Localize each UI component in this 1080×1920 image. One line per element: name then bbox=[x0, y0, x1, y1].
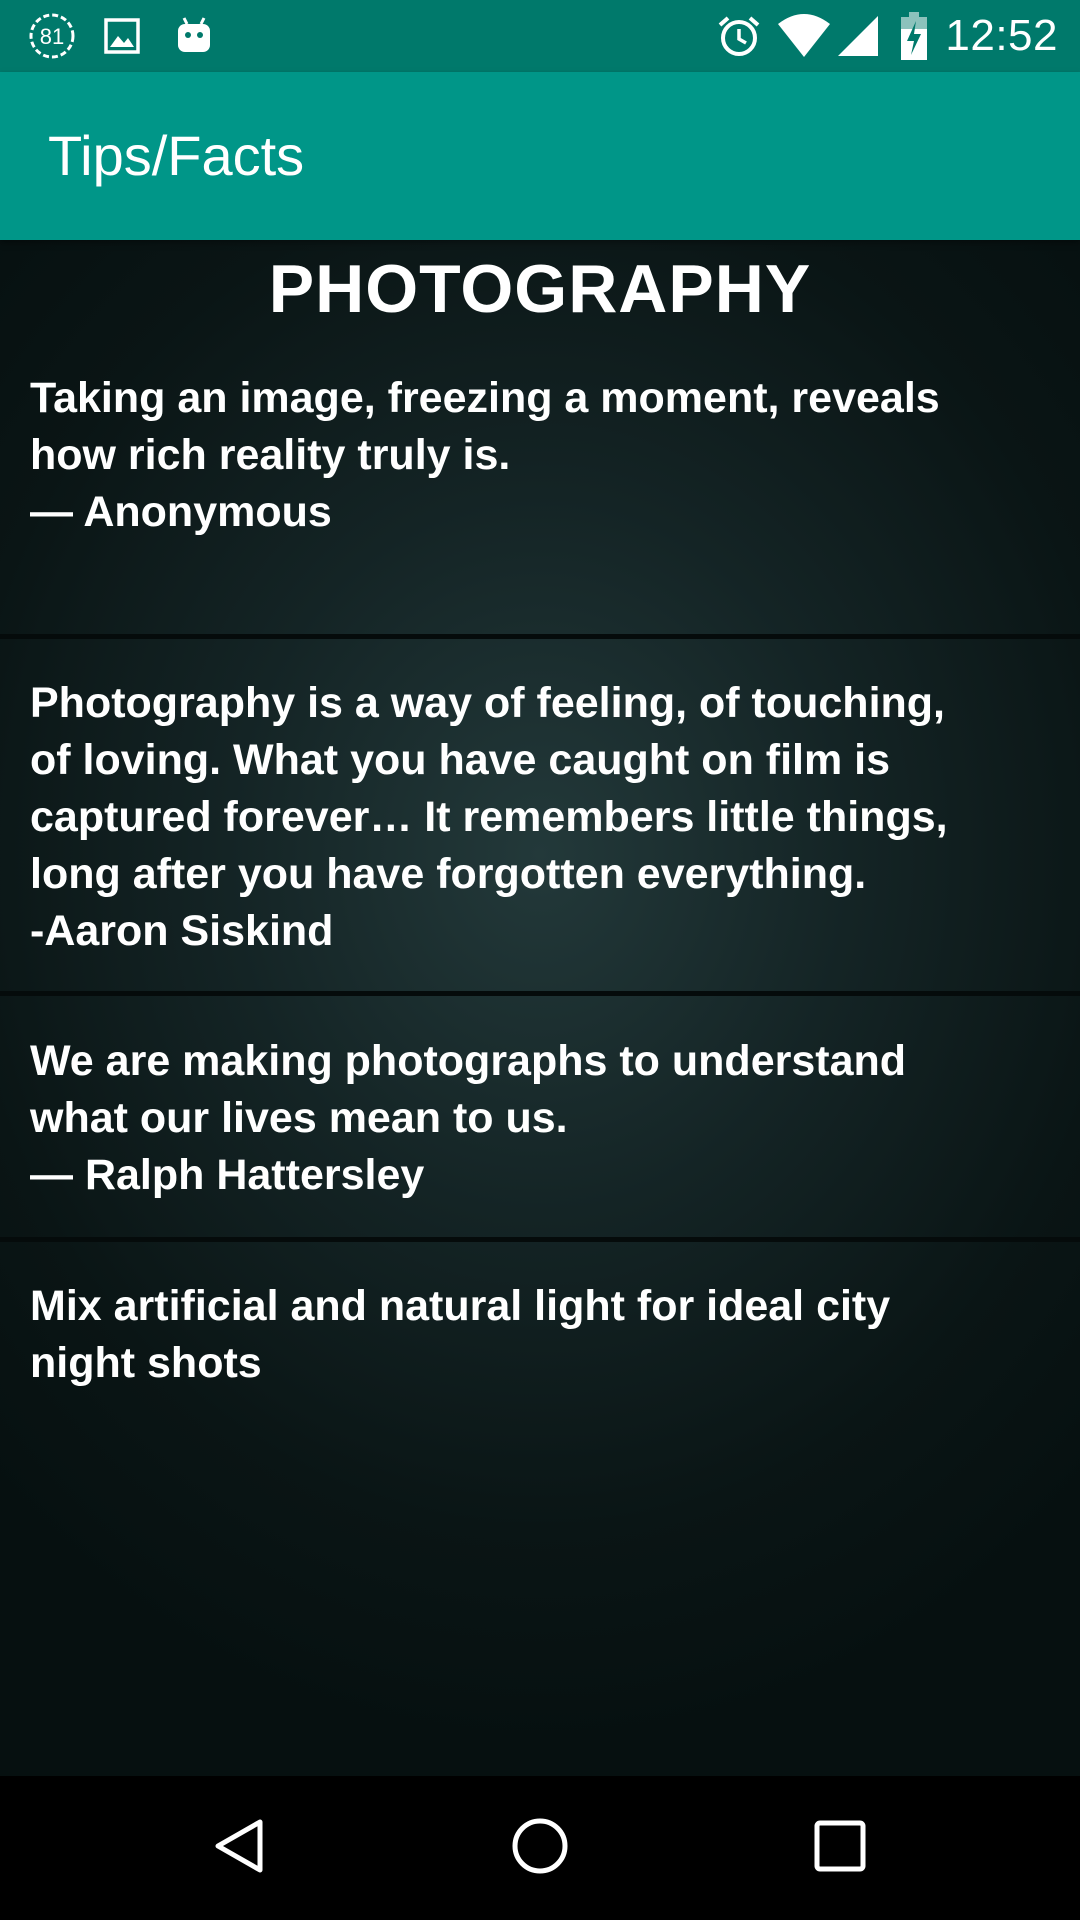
update-count-icon: 81 bbox=[26, 10, 78, 62]
quote-card[interactable]: We are making photographs to understand … bbox=[0, 1033, 1080, 1204]
alarm-icon bbox=[715, 12, 763, 60]
app-bar: Tips/Facts bbox=[0, 72, 1080, 240]
divider bbox=[0, 634, 1080, 639]
image-icon bbox=[100, 14, 144, 58]
status-bar-left: 81 bbox=[26, 0, 216, 72]
back-icon bbox=[210, 1816, 270, 1880]
content-area[interactable]: PHOTOGRAPHY Taking an image, freezing a … bbox=[0, 240, 1080, 1776]
back-button[interactable] bbox=[160, 1776, 320, 1920]
recents-button[interactable] bbox=[760, 1776, 920, 1920]
quote-text: Photography is a way of feeling, of touc… bbox=[30, 679, 948, 955]
update-count-text: 81 bbox=[40, 24, 64, 49]
status-bar-right: 12:52 bbox=[715, 0, 1058, 72]
home-button[interactable] bbox=[460, 1776, 620, 1920]
battery-charging-icon bbox=[897, 10, 931, 62]
wifi-icon bbox=[777, 12, 831, 60]
status-bar: 81 12:52 bbox=[0, 0, 1080, 72]
quote-card[interactable]: Photography is a way of feeling, of touc… bbox=[0, 675, 1080, 960]
quote-text: Taking an image, freezing a moment, reve… bbox=[30, 374, 940, 536]
app-title: Tips/Facts bbox=[48, 124, 305, 187]
section-title: PHOTOGRAPHY bbox=[268, 251, 812, 327]
android-icon bbox=[172, 14, 216, 58]
status-clock: 12:52 bbox=[945, 11, 1058, 60]
signal-icon bbox=[835, 12, 881, 60]
recents-icon bbox=[813, 1819, 867, 1877]
navigation-bar bbox=[0, 1776, 1080, 1920]
screen: 81 12:52 Tips/Facts PHOTOGRAPHY Taking a… bbox=[0, 0, 1080, 1920]
quote-card[interactable]: Mix artificial and natural light for ide… bbox=[0, 1278, 1080, 1392]
quote-text: Mix artificial and natural light for ide… bbox=[30, 1282, 891, 1387]
divider bbox=[0, 1237, 1080, 1242]
quote-text: We are making photographs to understand … bbox=[30, 1037, 907, 1199]
home-icon bbox=[509, 1815, 571, 1881]
divider bbox=[0, 991, 1080, 996]
quote-card[interactable]: Taking an image, freezing a moment, reve… bbox=[0, 370, 1080, 541]
